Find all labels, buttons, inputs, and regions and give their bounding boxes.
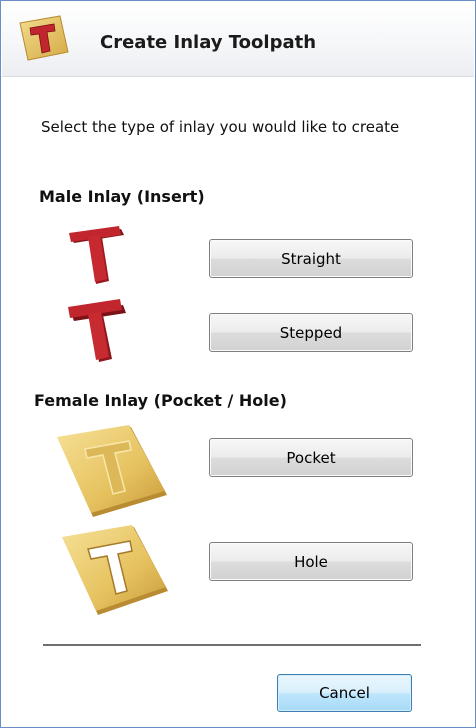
dialog-header: Create Inlay Toolpath bbox=[2, 2, 474, 77]
gold-plate-pocket-icon bbox=[57, 425, 167, 517]
create-inlay-toolpath-panel: Create Inlay Toolpath Select the type of… bbox=[0, 0, 476, 728]
pocket-button[interactable]: Pocket bbox=[209, 438, 413, 477]
footer-divider bbox=[43, 644, 421, 646]
intro-text: Select the type of inlay you would like … bbox=[41, 118, 400, 136]
t-inlay-logo-icon bbox=[19, 15, 69, 61]
cancel-button[interactable]: Cancel bbox=[277, 674, 412, 712]
female-inlay-heading: Female Inlay (Pocket / Hole) bbox=[34, 391, 287, 410]
stepped-button[interactable]: Stepped bbox=[209, 313, 413, 352]
straight-button[interactable]: Straight bbox=[209, 239, 413, 278]
male-inlay-heading: Male Inlay (Insert) bbox=[39, 187, 205, 206]
dialog-title: Create Inlay Toolpath bbox=[100, 32, 317, 53]
hole-button[interactable]: Hole bbox=[209, 542, 413, 581]
gold-plate-hole-icon bbox=[62, 525, 168, 615]
red-t-stepped-icon bbox=[68, 299, 126, 362]
red-t-straight-icon bbox=[69, 226, 124, 284]
